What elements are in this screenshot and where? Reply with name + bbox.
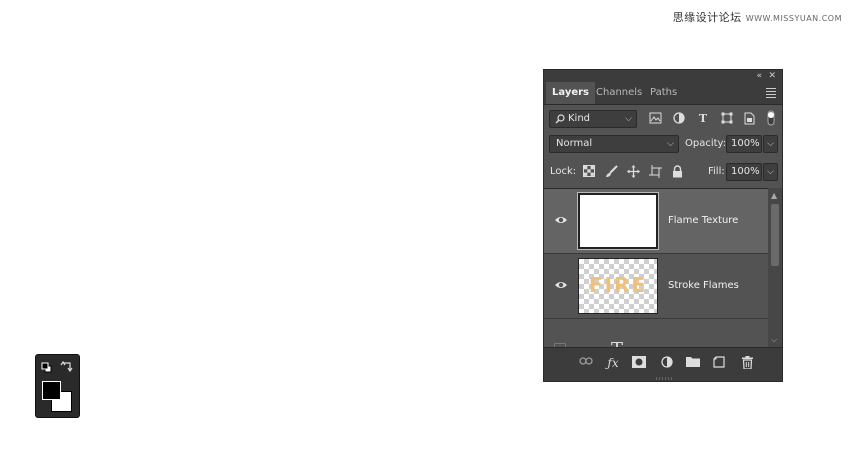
lock-row: Lock: Fill: 100% ⌵ [544,160,782,184]
layer-row-stroke-flames[interactable]: FIRE Stroke Flames [544,254,770,319]
eye-icon[interactable] [554,215,568,225]
lock-label: Lock: [550,166,577,177]
layer-name[interactable]: Stroke Flames [668,280,739,291]
scroll-down-icon[interactable]: ⌵ [771,335,777,345]
panel-menu-icon[interactable] [766,86,776,100]
layer-row-flame-texture[interactable]: Flame Texture [544,189,770,254]
adjustment-filter-icon[interactable] [672,112,686,126]
kind-filter-select[interactable]: Kind ⌵ [549,110,637,128]
trash-icon[interactable] [740,356,754,370]
opacity-input[interactable]: 100% [726,135,762,153]
chevron-down-icon: ⌵ [767,139,774,149]
watermark-text: 思缘设计论坛 [672,11,742,24]
fill-label: Fill: [708,166,725,177]
opacity-dropdown-button[interactable]: ⌵ [763,135,778,153]
color-swatch-widget [35,354,80,418]
search-icon [555,114,565,124]
opacity-label: Opacity: [685,138,727,149]
layer-row-text[interactable]: T [544,319,770,349]
shape-filter-icon[interactable] [720,112,734,126]
chevron-down-icon: ⌵ [767,167,774,177]
watermark: 思缘设计论坛 WWW.MISSYUAN.COM [673,9,842,25]
fill-input[interactable]: 100% [726,163,762,181]
adjustment-layer-icon[interactable] [660,356,674,370]
opacity-value: 100% [731,138,760,149]
lock-transparent-pixels-icon[interactable] [582,165,596,179]
layer-mask-icon[interactable] [632,356,646,370]
default-colors-icon[interactable] [41,362,52,373]
swap-colors-icon[interactable] [60,360,74,374]
layer-name[interactable]: Flame Texture [668,215,738,226]
fx-icon[interactable]: ƒx [606,356,620,370]
layer-thumbnail: FIRE [578,258,658,314]
blend-mode-value: Normal [556,138,593,149]
close-icon[interactable]: ✕ [768,70,776,82]
chevron-down-icon: ⌵ [667,139,674,149]
thumbnail-text: FIRE [588,273,648,297]
blend-row: Normal ⌵ Opacity: 100% ⌵ [544,132,782,156]
panel-tabs: Layers Channels Paths [544,82,782,105]
collapse-icon[interactable]: « [756,70,762,82]
fill-dropdown-button[interactable]: ⌵ [763,163,778,181]
filter-row: Kind ⌵ T [544,108,782,130]
scroll-up-icon[interactable]: ▲ [771,191,777,200]
new-group-icon[interactable] [686,356,700,370]
lock-artboard-icon[interactable] [648,165,662,179]
eye-icon[interactable] [554,280,568,290]
layers-bottom-toolbar: ƒx [544,347,782,381]
resize-grip[interactable] [656,377,672,380]
layer-list: Flame Texture FIRE Stroke Flames T [544,188,770,349]
filter-toggle-icon[interactable] [766,109,776,126]
watermark-site: WWW.MISSYUAN.COM [745,14,842,23]
new-layer-icon[interactable] [712,356,726,370]
lock-position-icon[interactable] [626,165,640,179]
panel-titlebar: « ✕ [544,70,782,82]
tab-paths[interactable]: Paths [644,82,683,104]
scrollbar-thumb[interactable] [771,204,779,266]
layer-thumbnail [577,192,659,250]
fill-value: 100% [731,166,760,177]
layers-panel: « ✕ Layers Channels Paths Kind ⌵ T Norma… [543,69,783,382]
pixel-filter-icon[interactable] [648,112,662,126]
tab-layers[interactable]: Layers [546,82,595,104]
kind-filter-label: Kind [568,113,591,124]
lock-image-pixels-icon[interactable] [604,165,618,179]
blend-mode-select[interactable]: Normal ⌵ [549,135,679,153]
foreground-color-swatch[interactable] [42,381,61,400]
type-filter-icon[interactable]: T [696,112,710,126]
layer-list-scrollbar[interactable]: ▲ ⌵ [768,188,782,348]
chevron-down-icon: ⌵ [625,114,632,124]
smart-object-filter-icon[interactable] [742,112,756,126]
lock-all-icon[interactable] [670,165,684,179]
tab-channels[interactable]: Channels [590,82,648,104]
link-layers-icon[interactable] [579,356,593,370]
